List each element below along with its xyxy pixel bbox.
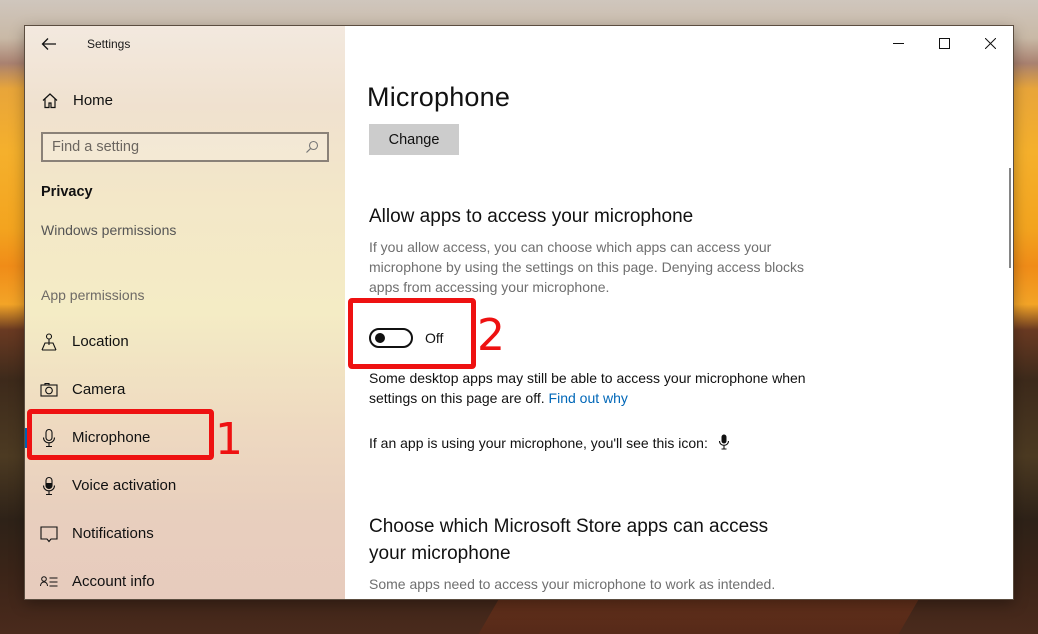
search-input[interactable] — [43, 134, 293, 160]
arrow-left-icon — [41, 38, 56, 50]
change-button[interactable]: Change — [369, 124, 459, 155]
annotation-number-2: 2 — [477, 310, 505, 361]
sidebar-item-label: Microphone — [72, 429, 151, 446]
minimize-button[interactable] — [875, 26, 921, 60]
scrollbar-thumb[interactable] — [1009, 168, 1011, 268]
sidebar-item-notifications[interactable]: Notifications — [25, 514, 345, 554]
icon-note-text: If an app is using your microphone, you'… — [369, 435, 708, 451]
microphone-access-toggle-row: Off — [369, 326, 443, 350]
selection-indicator — [25, 428, 29, 448]
content-pane: Microphone Change Allow apps to access y… — [345, 26, 1013, 599]
toggle-state-label: Off — [425, 330, 444, 346]
sidebar-item-label: Notifications — [72, 525, 154, 542]
microphone-icon — [42, 428, 56, 448]
section-title: Privacy — [41, 184, 93, 200]
title-bar: Settings — [25, 26, 345, 62]
sidebar-item-account-info[interactable]: Account info — [25, 562, 345, 599]
sidebar-item-label: Location — [72, 333, 129, 350]
home-icon — [42, 93, 58, 109]
account-info-icon — [40, 576, 58, 587]
sidebar-item-label: Camera — [72, 381, 126, 398]
store-apps-description: Some apps need to access your microphone… — [369, 576, 776, 592]
allow-access-description: If you allow access, you can choose whic… — [369, 239, 805, 295]
back-button[interactable] — [35, 32, 63, 56]
location-icon — [41, 333, 57, 351]
page-title: Microphone — [367, 82, 511, 112]
sidebar-item-label: Home — [73, 91, 114, 109]
desktop-apps-note: Some desktop apps may still be able to a… — [369, 368, 819, 408]
sidebar-item-windows-permissions[interactable]: Windows permissions — [41, 222, 176, 238]
sidebar-item-voice-activation[interactable]: Voice activation — [25, 466, 345, 506]
microphone-filled-icon — [718, 434, 729, 450]
microphone-access-toggle[interactable] — [369, 328, 413, 348]
app-permissions-header: App permissions — [41, 287, 145, 303]
minimize-icon — [892, 42, 904, 44]
annotation-number-1: 1 — [215, 414, 243, 465]
camera-icon — [40, 382, 58, 397]
maximize-button[interactable] — [921, 26, 967, 60]
search-box[interactable] — [41, 132, 329, 162]
speech-bubble-icon — [40, 526, 58, 543]
icon-note: If an app is using your microphone, you'… — [369, 433, 819, 453]
store-apps-heading: Choose which Microsoft Store apps can ac… — [369, 516, 769, 564]
search-icon[interactable] — [305, 140, 319, 154]
find-out-why-link[interactable]: Find out why — [549, 390, 628, 406]
sidebar-item-label: Voice activation — [72, 477, 177, 494]
maximize-icon — [938, 37, 950, 49]
sidebar-item-microphone[interactable]: Microphone — [25, 418, 345, 458]
sidebar: Settings Home Privacy Windows permission… — [25, 26, 345, 599]
app-title: Settings — [87, 37, 131, 51]
sidebar-item-camera[interactable]: Camera — [25, 370, 345, 410]
allow-access-heading: Allow apps to access your microphone — [369, 206, 694, 227]
toggle-knob — [375, 333, 385, 343]
settings-window: Settings Home Privacy Windows permission… — [25, 26, 1013, 599]
close-button[interactable] — [967, 26, 1013, 60]
sidebar-item-home[interactable]: Home — [25, 86, 345, 114]
caption-buttons — [875, 26, 1013, 62]
sidebar-item-location[interactable]: Location — [25, 322, 345, 362]
close-icon — [984, 37, 996, 49]
microphone-filled-icon — [42, 476, 56, 496]
sidebar-item-label: Account info — [72, 573, 155, 590]
